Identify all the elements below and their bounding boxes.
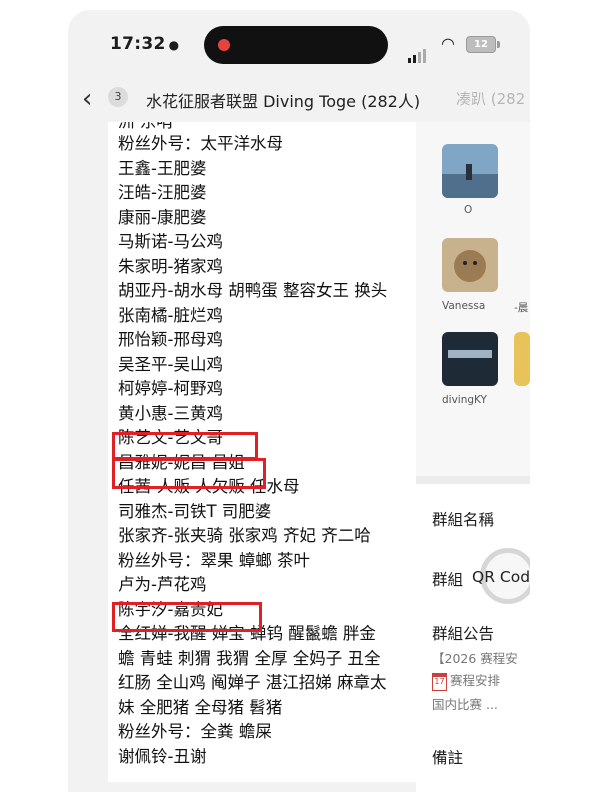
- message-line: 王鑫-王肥婆: [118, 158, 207, 178]
- person-icon: ●: [168, 38, 180, 52]
- message-line: 马斯诺-马公鸡: [118, 232, 223, 251]
- phone-screen: 17:32 ● ◠ 12 ‹ 3 水花征服者联盟 Diving Toge (282…: [68, 10, 530, 792]
- member-avatar[interactable]: [514, 332, 530, 386]
- status-bar: 17:32 ● ◠ 12: [68, 10, 530, 72]
- message-line: 朱家明-猪家鸡: [118, 256, 223, 276]
- section-divider: [416, 476, 530, 484]
- message-line: 蟾 青蛙 刺猬 我猬 全厚 全妈子 丑全: [118, 648, 381, 668]
- group-side-panel: O Vanessa -晨 divingKY 群組名稱 群組 QR Cod 群組公…: [416, 122, 530, 792]
- avatar-dark-icon: [442, 332, 498, 386]
- message-line: 康丽-康肥婆: [118, 207, 207, 227]
- member-avatar[interactable]: [442, 144, 498, 198]
- message-line: 黄小惠-三黄鸡: [118, 403, 223, 423]
- group-name-row[interactable]: 群組名稱: [432, 508, 494, 530]
- calendar-icon: 17: [432, 672, 447, 691]
- message-line: 谢佩铃-丑谢: [118, 746, 207, 766]
- highlight-box-chenyiwen: [112, 432, 258, 460]
- message-line: 汪皓-汪肥婆: [118, 183, 207, 202]
- highlight-box-changyani: [112, 458, 266, 489]
- wifi-icon: ◠: [441, 34, 455, 53]
- member-name: Vanessa: [442, 300, 486, 312]
- member-avatar[interactable]: [442, 332, 498, 386]
- back-chevron-icon[interactable]: ‹: [82, 86, 92, 112]
- signal-icon: [408, 44, 428, 63]
- message-line: 粉丝外号：全粪 蟾屎: [118, 722, 272, 741]
- remark-row[interactable]: 備註: [432, 746, 463, 768]
- member-name: O: [464, 204, 473, 216]
- battery-icon: 12: [466, 36, 500, 53]
- message-bubble[interactable]: 洲 东哨 粉丝外号：太平洋水母 王鑫-王肥婆 汪皓-汪肥婆 康丽-康肥婆 马斯诺…: [108, 122, 416, 782]
- message-line: 红肠 全山鸡 阄婵子 湛江招娣 麻章太: [118, 673, 387, 692]
- message-line: 柯婷婷-柯野鸡: [118, 379, 223, 398]
- notice-line: 【2026 赛程安: [432, 651, 518, 666]
- chat-title[interactable]: 水花征服者联盟 Diving Toge (282人): [146, 88, 420, 112]
- avatar-dog-icon: [442, 238, 498, 292]
- member-name: divingKY: [442, 394, 487, 406]
- message-line: 胡亚丹-胡水母 胡鸭蛋 整容女王 换头: [118, 281, 388, 300]
- avatar-ocean-icon: [442, 144, 498, 198]
- qr-code-label[interactable]: QR Cod: [472, 568, 530, 586]
- message-line: 张家齐-张夹骑 张家鸡 齐妃 齐二哈: [118, 526, 371, 545]
- recording-indicator-icon: [218, 39, 230, 51]
- member-avatar[interactable]: [442, 238, 498, 292]
- message-line: 邢怡颖-邢母鸡: [118, 330, 223, 349]
- avatar-partial-icon: [514, 332, 530, 386]
- dynamic-island: [204, 26, 388, 64]
- message-line: 张南橘-脏烂鸡: [118, 305, 223, 325]
- message-line: 卢为-芦花鸡: [118, 575, 207, 594]
- message-line: 吴圣平-吴山鸡: [118, 354, 223, 374]
- member-name-extra: -晨: [514, 302, 529, 314]
- group-notice-row[interactable]: 群組公告: [432, 622, 494, 644]
- message-line: 洲 东哨: [118, 122, 414, 132]
- message-line: 司雅杰-司铁T 司肥婆: [118, 501, 272, 521]
- group-qr-row[interactable]: 群組: [432, 568, 463, 590]
- message-line: 粉丝外号：翠果 蟑螂 茶叶: [118, 550, 310, 570]
- message-line: 粉丝外号：太平洋水母: [118, 134, 283, 153]
- title-overflow-text: 凑趴 (282: [456, 90, 526, 108]
- notice-line: 国内比赛 ...: [432, 697, 498, 712]
- chat-header: ‹ 3 水花征服者联盟 Diving Toge (282人) 凑趴 (282: [68, 72, 530, 122]
- status-time: 17:32 ●: [110, 34, 180, 54]
- message-line: 妹 全肥猪 全母猪 髫猪: [118, 697, 283, 717]
- group-info-card: 群組名稱 群組 QR Cod 群組公告 【2026 赛程安 17 赛程安排 国内比…: [416, 484, 530, 792]
- highlight-box-chenyuxi: [112, 602, 262, 632]
- notice-line-2: 17 赛程安排: [432, 670, 500, 691]
- notice-line-text: 赛程安排: [450, 673, 501, 688]
- unread-count-badge[interactable]: 3: [108, 87, 128, 107]
